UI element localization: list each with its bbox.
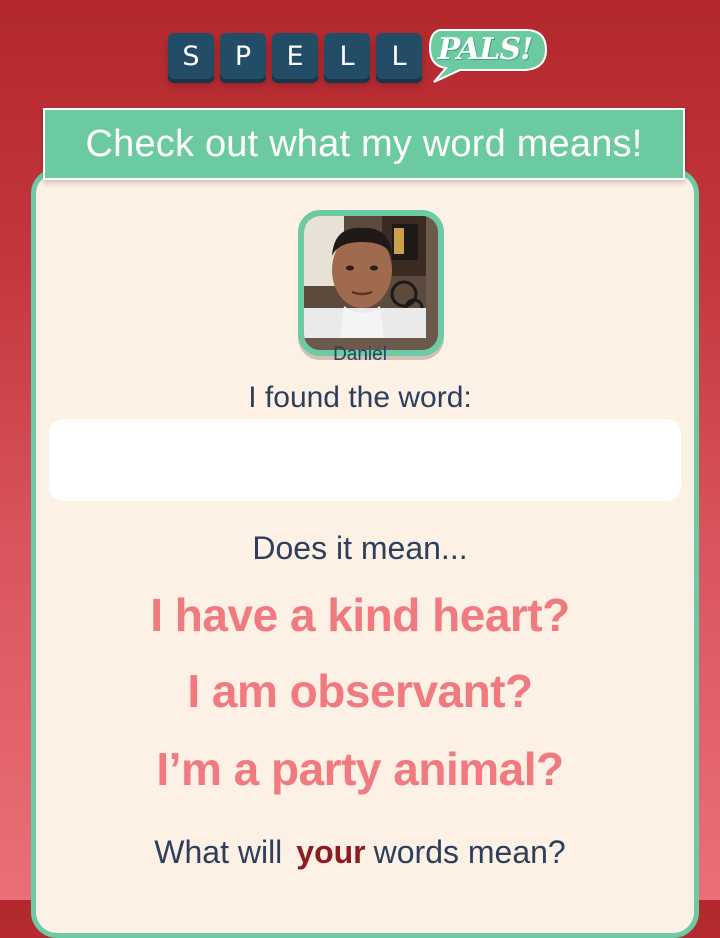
spellpals-logo: S P E L L PALS! — [168, 28, 550, 84]
meaning-question: Does it mean... — [252, 530, 468, 566]
footer-tagline: What will your words mean? — [0, 834, 720, 871]
header-banner: Check out what my word means! — [43, 108, 685, 180]
meaning-option-kind-heart[interactable]: I have a kind heart? — [0, 588, 720, 642]
user-name: Daniel — [333, 344, 387, 365]
footer-emphasis: your — [296, 834, 366, 870]
avatar — [298, 210, 444, 356]
found-word-label: I found the word: — [248, 381, 472, 414]
logo-pals-text: PALS! — [437, 32, 534, 67]
logo-tile-s: S — [168, 33, 214, 79]
logo-tile-l: L — [324, 33, 370, 79]
meaning-option-party-animal[interactable]: I’m a party animal? — [0, 742, 720, 796]
footer-text-after: words mean? — [373, 834, 566, 870]
footer-text-before: What will — [154, 834, 283, 870]
found-word-box — [49, 419, 681, 501]
profile-photo-image — [304, 216, 426, 338]
logo-pals-badge: PALS! — [426, 24, 550, 84]
logo-tile-l-2: L — [376, 33, 422, 79]
logo-tile-p: P — [220, 33, 266, 79]
meaning-option-observant[interactable]: I am observant? — [0, 664, 720, 718]
logo-tile-e: E — [272, 33, 318, 79]
